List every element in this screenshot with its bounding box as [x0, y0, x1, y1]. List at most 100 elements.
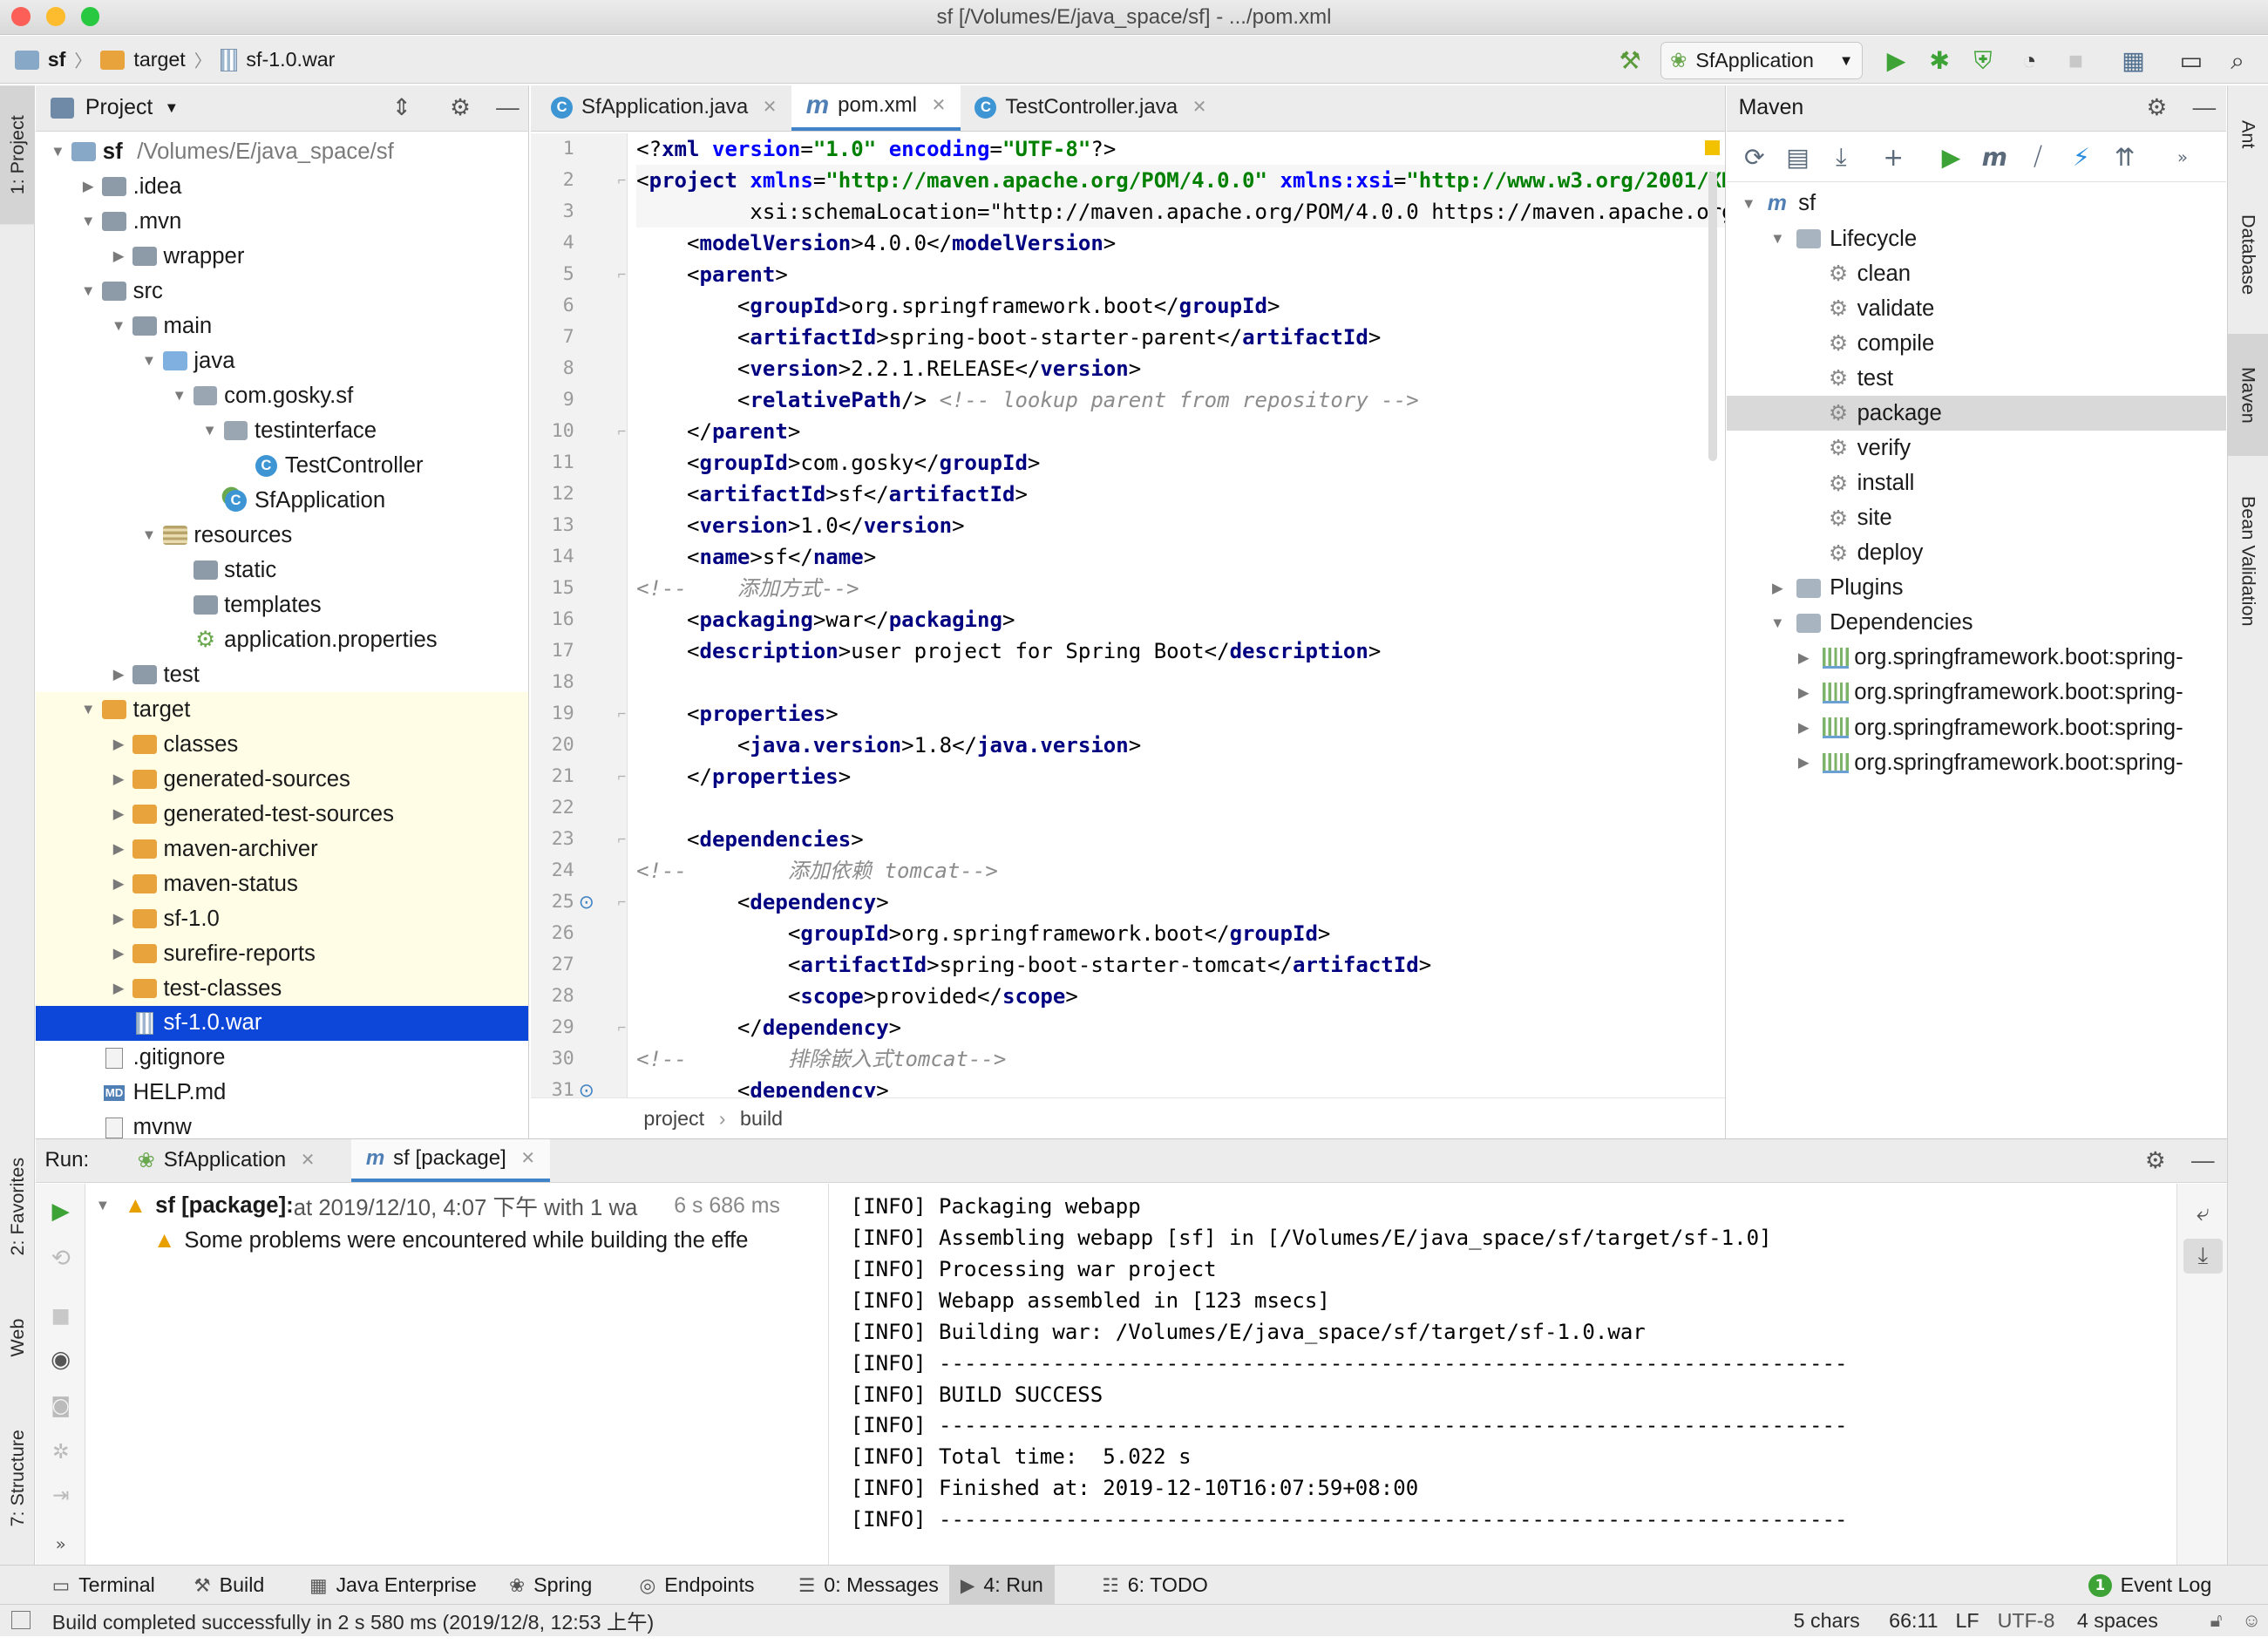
tree-item--mvn[interactable]: ▼ .mvn [36, 204, 528, 239]
database-tool-tab[interactable]: Database [2228, 189, 2267, 319]
tree-item-src[interactable]: ▼ src [36, 274, 528, 309]
lifecycle-phase-install[interactable]: ⚙ install [1727, 466, 2225, 501]
crumb-target[interactable]: target [100, 48, 186, 71]
chevron-right-icon[interactable]: ▶ [108, 840, 128, 858]
hide-panel-icon[interactable]: — [2191, 1147, 2215, 1174]
tree-item-surefire-reports[interactable]: ▶ surefire-reports [36, 936, 529, 971]
tool-tab-terminal[interactable]: ▭ Terminal [52, 1566, 155, 1605]
lifecycle-phase-test[interactable]: ⚙ test [1727, 361, 2225, 396]
tree-item-resources[interactable]: ▼ resources [36, 518, 528, 553]
breadcrumb-build[interactable]: build [740, 1107, 783, 1131]
chevron-down-icon[interactable]: ▼ [139, 526, 159, 544]
tree-item-testcontroller[interactable]: C TestController [36, 448, 528, 483]
profile-icon[interactable]: ◔ [2011, 44, 2048, 78]
project-panel-title[interactable]: Project [85, 95, 153, 120]
maven-dependency[interactable]: ▶ org.springframework.boot:spring- [1727, 641, 2225, 676]
maven-dependency[interactable]: ▶ org.springframework.boot:spring- [1727, 710, 2225, 745]
inspector-icon[interactable]: ☺ [2242, 1609, 2261, 1632]
tree-item--idea[interactable]: ▶ .idea [36, 169, 528, 204]
tree-item--gitignore[interactable]: .gitignore [36, 1041, 528, 1076]
run-tab-package[interactable]: m sf [package] ✕ [351, 1138, 550, 1183]
ant-tool-tab[interactable]: Ant [2228, 97, 2267, 172]
editor-tab-pom-xml[interactable]: m pom.xml ✕ [791, 85, 961, 131]
tool-tab-4-run[interactable]: ▶ 4: Run [948, 1566, 1056, 1606]
tool-tab-java-enterprise[interactable]: ▦ Java Enterprise [309, 1566, 477, 1605]
lifecycle-phase-verify[interactable]: ⚙ verify [1727, 431, 2225, 466]
stop-icon[interactable]: ■ [36, 1300, 85, 1332]
chevron-right-icon[interactable]: ▶ [108, 666, 128, 683]
lifecycle-phase-validate[interactable]: ⚙ validate [1727, 291, 2225, 326]
tree-item-wrapper[interactable]: ▶ wrapper [36, 239, 528, 274]
line-separator[interactable]: LF [1956, 1609, 1979, 1633]
close-icon[interactable]: ✕ [1192, 97, 1207, 118]
file-encoding[interactable]: UTF-8 [1998, 1609, 2055, 1633]
chevron-right-icon[interactable]: ▶ [108, 736, 128, 753]
tool-tab-endpoints[interactable]: ◎ Endpoints [639, 1566, 754, 1605]
tree-item-sf[interactable]: ▼ sf/Volumes/E/java_space/sf [36, 134, 528, 169]
debug-icon[interactable]: ✱ [1921, 44, 1959, 78]
lifecycle-phase-clean[interactable]: ⚙ clean [1727, 256, 2225, 291]
console-output[interactable]: [INFO] Packaging webapp [INFO] Assembling… [830, 1184, 2175, 1565]
chevron-right-icon[interactable]: ▶ [108, 980, 128, 997]
inspection-warning-icon[interactable] [1705, 139, 1720, 155]
project-structure-icon[interactable]: ▦ [2115, 44, 2152, 78]
maven-dependency[interactable]: ▶ org.springframework.boot:spring- [1727, 745, 2225, 780]
download-icon[interactable]: ⤓ [1820, 142, 1864, 172]
chevron-down-icon[interactable]: ▼ [48, 143, 68, 160]
offline-icon[interactable]: ⚡ [2060, 143, 2103, 172]
tree-item-sf-1-0[interactable]: ▶ sf-1.0 [36, 901, 529, 936]
lock-icon[interactable]: 🔓︎ [2210, 1609, 2223, 1632]
close-icon[interactable]: ✕ [763, 97, 778, 118]
tree-item-mvnw[interactable]: mvnw [36, 1111, 528, 1138]
code-area[interactable]: <?xml version="1.0" encoding="UTF-8"?> <p… [531, 133, 1725, 1097]
chevron-right-icon[interactable]: ▶ [108, 945, 128, 962]
bean-validation-tool-tab[interactable]: Bean Validation [2228, 467, 2267, 656]
chevron-down-icon[interactable]: ▼ [1768, 615, 1788, 632]
tree-item-application-properties[interactable]: ⚙ application.properties [36, 622, 528, 657]
presentation-icon[interactable]: ▭ [2172, 44, 2210, 78]
lifecycle-phase-deploy[interactable]: ⚙ deploy [1727, 536, 2225, 571]
build-root-node[interactable]: ▼ ▲ sf [package]: at 2019/12/10, 4:07 下午… [87, 1190, 638, 1222]
tree-item-test-classes[interactable]: ▶ test-classes [36, 971, 529, 1006]
chevron-down-icon[interactable]: ▼ [78, 213, 98, 230]
tree-item-maven-archiver[interactable]: ▶ maven-archiver [36, 832, 529, 866]
crumb-sf[interactable]: sf [14, 48, 65, 71]
tree-item-testinterface[interactable]: ▼ testinterface [36, 413, 528, 448]
chevron-right-icon[interactable]: ▶ [108, 805, 128, 823]
minimize-window-button[interactable] [46, 7, 65, 26]
event-log-tab[interactable]: 1 Event Log [2088, 1566, 2211, 1605]
chevron-right-icon[interactable]: ▶ [1794, 719, 1814, 737]
tree-item-maven-status[interactable]: ▶ maven-status [36, 866, 529, 901]
tool-tab-build[interactable]: ⚒ Build [194, 1566, 264, 1605]
lifecycle-phase-site[interactable]: ⚙ site [1727, 501, 2225, 536]
close-icon[interactable]: ✕ [520, 1148, 535, 1169]
scroll-to-end-icon[interactable]: ⤓ [2183, 1239, 2223, 1274]
stop-icon[interactable]: ■ [2057, 44, 2095, 78]
rerun-failed-icon[interactable]: ⟲ [36, 1242, 85, 1274]
tool-tab-spring[interactable]: ❀ Spring [509, 1566, 592, 1605]
status-message[interactable]: Build completed successfully in 2 s 580 … [52, 1606, 654, 1635]
toggle-tool-windows-icon[interactable] [11, 1610, 31, 1630]
zoom-window-button[interactable] [80, 7, 100, 26]
tree-item-generated-test-sources[interactable]: ▶ generated-test-sources [36, 797, 529, 832]
chevron-right-icon[interactable]: ▶ [1794, 754, 1814, 771]
structure-tool-tab[interactable]: 7: Structure [0, 1399, 35, 1559]
maven-goal-icon[interactable]: m [1973, 143, 2016, 172]
close-icon[interactable]: ✕ [932, 95, 947, 116]
run-configuration-select[interactable]: ❀ SfApplication ▼ [1660, 42, 1864, 80]
collapse-all-icon[interactable]: ⇕ [392, 94, 411, 121]
tree-item-com-gosky-sf[interactable]: ▼ com.gosky.sf [36, 378, 528, 413]
tree-item-sfapplication[interactable]: C SfApplication [36, 483, 528, 518]
add-icon[interactable]: + [1871, 143, 1915, 172]
tree-item-sf-1-0-war[interactable]: sf-1.0.war [36, 1006, 529, 1041]
tool-tab-6-todo[interactable]: ☷ 6: TODO [1102, 1566, 1207, 1605]
chevron-right-icon[interactable]: ▶ [78, 178, 98, 195]
build-warning-node[interactable]: ▲ Some problems were encountered while b… [153, 1225, 749, 1257]
more-icon[interactable]: » [36, 1528, 85, 1560]
chevron-down-icon[interactable]: ▼ [78, 282, 98, 300]
editor-tab-testcontroller-java[interactable]: C TestController.java ✕ [961, 85, 1221, 131]
run-icon[interactable]: ▶ [1878, 44, 1915, 78]
more-icon[interactable]: » [2161, 147, 2204, 167]
tree-item-classes[interactable]: ▶ classes [36, 727, 529, 762]
chevron-down-icon[interactable]: ▼ [200, 422, 220, 439]
